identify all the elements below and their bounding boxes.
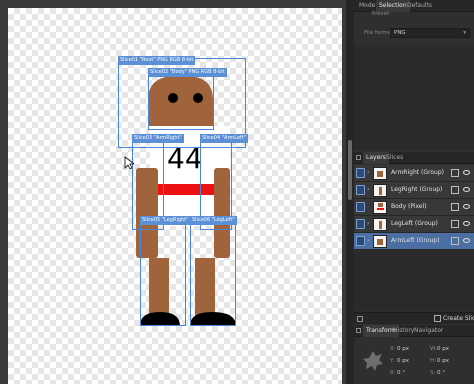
layer-thumbnail (373, 167, 387, 180)
layer-name: LegRight (Group) (391, 186, 443, 193)
export-icon[interactable] (451, 186, 459, 194)
layer-row-legright[interactable]: › LegRight (Group) (354, 182, 474, 199)
layer-row-armleft[interactable]: › ArmLeft (Group) (354, 233, 474, 250)
slice-body-tag[interactable]: Slice02 "Body" PNG RGB 8-bit (148, 68, 227, 77)
layer-slice-toggle[interactable] (356, 168, 365, 178)
preset-label: Preset: (372, 11, 392, 17)
layer-name: Body (Pixel) (391, 203, 427, 210)
tab-defaults[interactable]: Defaults (404, 0, 435, 12)
panel-grip-icon (356, 155, 361, 160)
transform-panel: X: 0 px W: 0 px Y: 0 px H: 0 px R: 0 ° S… (354, 338, 474, 384)
tab-navigator[interactable]: Navigator (411, 325, 446, 337)
slice-leg-right-frame[interactable] (140, 218, 186, 326)
h-label: H: (430, 358, 436, 364)
right-panel: Mode Selection Defaults Preset: File for… (354, 0, 474, 384)
x-field[interactable]: 0 px (397, 346, 409, 352)
s-label: S: (430, 370, 436, 376)
h-field[interactable]: 0 px (437, 358, 449, 364)
visibility-eye-icon[interactable] (463, 238, 470, 243)
layer-name: ArmLeft (Group) (391, 237, 440, 244)
export-icon[interactable] (451, 169, 459, 177)
slice-leg-left-frame[interactable] (190, 218, 236, 326)
export-icon[interactable] (451, 203, 459, 211)
canvas-vertical-scrollbar[interactable] (346, 0, 354, 384)
empty-panel-region (354, 45, 474, 150)
canvas-area[interactable]: 44 Slice01 "Root" PNG RGB 8-bit Slice02 … (0, 0, 346, 384)
r-label: R: (390, 370, 396, 376)
slice-root-tag[interactable]: Slice01 "Root" PNG RGB 8-bit (118, 56, 196, 65)
expand-arrow-icon[interactable]: › (367, 220, 369, 227)
layer-name: ArmRight (Group) (391, 169, 444, 176)
slice-arm-left-tag[interactable]: Slice04 "ArmLeft" (200, 134, 248, 143)
panel-grip-icon (356, 328, 361, 333)
slice-arm-right-tag[interactable]: Slice03 "ArmRight" (132, 134, 184, 143)
slice-leg-left-tag[interactable]: Slice06 "LegLeft" (190, 216, 237, 225)
layer-thumbnail (373, 201, 387, 214)
w-label: W: (430, 346, 437, 352)
transform-tabbar: Transform History Navigator (354, 325, 474, 337)
w-field[interactable]: 0 px (437, 346, 449, 352)
add-slice-icon (434, 315, 441, 322)
anchor-point-icon[interactable] (362, 350, 384, 372)
visibility-eye-icon[interactable] (463, 187, 470, 192)
s-field[interactable]: 0 ° (437, 370, 445, 376)
y-field[interactable]: 0 px (397, 358, 409, 364)
expand-arrow-icon[interactable]: › (367, 169, 369, 176)
layer-thumbnail (373, 218, 387, 231)
x-label: X: (390, 346, 396, 352)
file-format-value: PNG (394, 30, 406, 36)
visibility-eye-icon[interactable] (463, 221, 470, 226)
export-icon[interactable] (451, 220, 459, 228)
visibility-eye-icon[interactable] (463, 170, 470, 175)
export-icon[interactable] (451, 237, 459, 245)
layer-slice-toggle[interactable] (356, 219, 365, 229)
y-label: Y: (390, 358, 395, 364)
layer-slice-toggle[interactable] (356, 236, 365, 246)
scrollbar-thumb[interactable] (348, 140, 352, 200)
layer-slice-toggle[interactable] (356, 185, 365, 195)
empty-layers-region (354, 251, 474, 311)
tab-slices[interactable]: Slices (383, 152, 406, 164)
layer-name: LegLeft (Group) (391, 220, 438, 227)
settings-icon[interactable] (357, 316, 363, 322)
layer-row-armright[interactable]: › ArmRight (Group) (354, 165, 474, 182)
expand-arrow-icon[interactable]: › (367, 237, 369, 244)
create-slice-button[interactable]: Create Slice (443, 313, 474, 325)
layers-tabbar: Layers Slices (354, 152, 474, 164)
document-canvas[interactable]: 44 Slice01 "Root" PNG RGB 8-bit Slice02 … (8, 8, 342, 384)
slices-footer: Create Slice (354, 312, 474, 324)
layer-row-body[interactable]: Body (Pixel) (354, 199, 474, 216)
layer-thumbnail (373, 235, 387, 248)
expand-arrow-icon[interactable]: › (367, 186, 369, 193)
visibility-eye-icon[interactable] (463, 204, 470, 209)
layer-slice-toggle[interactable] (356, 202, 365, 212)
layer-thumbnail (373, 184, 387, 197)
file-format-select[interactable]: PNG ▾ (390, 28, 470, 38)
layer-row-legleft[interactable]: › LegLeft (Group) (354, 216, 474, 233)
slice-leg-right-tag[interactable]: Slice05 "LegRight" (140, 216, 191, 225)
slice-body-frame[interactable] (148, 70, 214, 130)
app-window: 44 Slice01 "Root" PNG RGB 8-bit Slice02 … (0, 0, 474, 384)
r-field[interactable]: 0 ° (397, 370, 405, 376)
chevron-down-icon: ▾ (463, 30, 466, 36)
mouse-cursor-icon (124, 156, 134, 170)
